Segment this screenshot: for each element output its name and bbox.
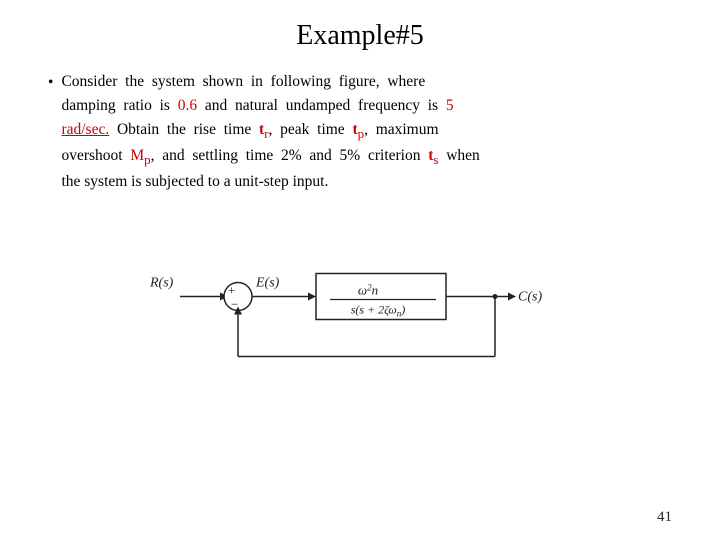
text-line3-end: , maximum (364, 121, 438, 138)
text-line3-mid: Obtain the rise time (109, 121, 259, 138)
bullet-point: • Consider the system shown in following… (48, 70, 672, 194)
freq-value: 5 (446, 97, 454, 114)
text-line4-pre: overshoot (61, 147, 130, 164)
text-line2-mid: and natural undamped frequency is (197, 97, 446, 114)
text-line2-pre: damping ratio is (61, 97, 177, 114)
text-comma1: , peak time (269, 121, 353, 138)
slide-content: • Consider the system shown in following… (48, 70, 672, 194)
svg-text:R(s): R(s) (149, 276, 174, 291)
svg-text:+: + (228, 283, 235, 298)
svg-text:E(s): E(s) (255, 276, 280, 291)
slide-page: Example#5 • Consider the system shown in… (0, 0, 720, 540)
tr-symbol: tr (259, 121, 268, 138)
text-line5: the system is subjected to a unit-step i… (61, 173, 328, 190)
svg-text:C(s): C(s) (518, 290, 542, 305)
text-line4-mid: , and settling time 2% and 5% criterion (151, 147, 429, 164)
damping-value: 0.6 (178, 97, 197, 114)
rad-sec: rad/sec. (61, 121, 109, 138)
bullet-symbol: • (48, 71, 53, 95)
mp-symbol: Mp (130, 147, 150, 164)
page-number: 41 (657, 509, 672, 526)
text-line4-end: when (438, 147, 479, 164)
paragraph-text: Consider the system shown in following f… (61, 70, 479, 194)
slide-title: Example#5 (48, 20, 672, 52)
ts-symbol: ts (428, 147, 438, 164)
block-diagram-container: R(s) + − E(s) ω2n s(s + 2ζωn) (48, 216, 672, 376)
block-diagram-svg: R(s) + − E(s) ω2n s(s + 2ζωn) (120, 216, 600, 376)
tp-symbol: tp (352, 121, 364, 138)
text-line1: Consider the system shown in following f… (61, 73, 425, 90)
